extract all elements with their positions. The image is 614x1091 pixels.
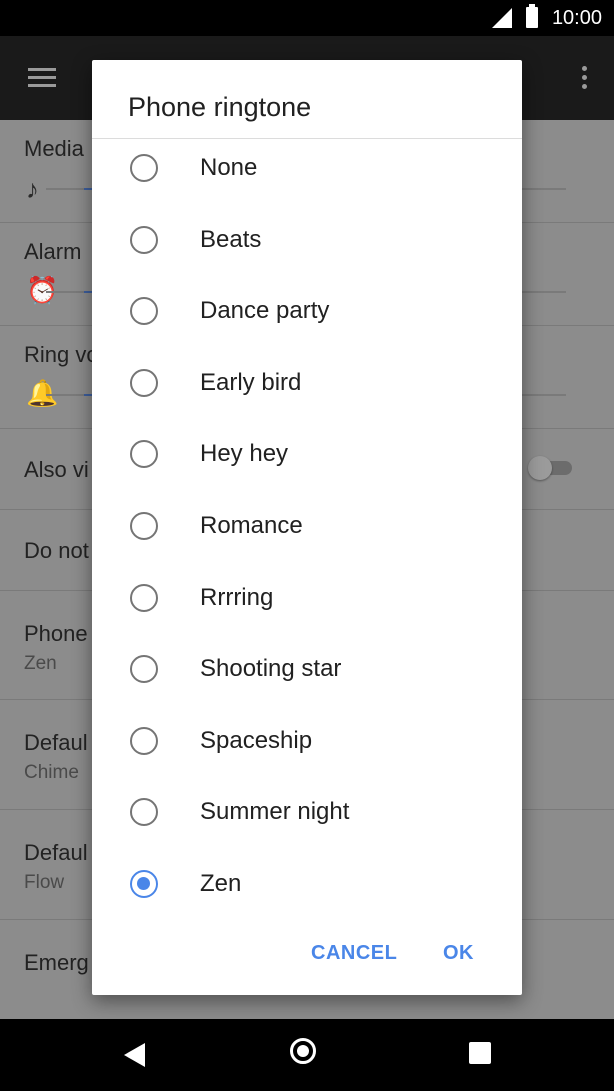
ringtone-option[interactable]: None	[92, 140, 522, 200]
ok-button[interactable]: OK	[443, 942, 474, 965]
status-bar: 10:00	[0, 0, 614, 36]
ringtone-option-label: Summer night	[200, 798, 350, 826]
setting-title: Defaul	[24, 840, 88, 865]
setting-title: Defaul	[24, 730, 88, 755]
setting-subtitle: Flow	[24, 872, 65, 893]
ringtone-option[interactable]: Spaceship	[92, 713, 522, 773]
ringtone-option-label: Rrrring	[200, 583, 274, 611]
ringtone-option[interactable]: Shooting star	[92, 641, 522, 701]
overflow-icon[interactable]	[582, 66, 588, 92]
ringtone-option-label: Romance	[200, 512, 303, 539]
dialog-title: Phone ringtone	[128, 92, 312, 122]
radio-unchecked-icon[interactable]	[130, 225, 158, 254]
ringtone-option[interactable]: Beats	[92, 212, 522, 272]
setting-title: Ring vo	[24, 342, 99, 367]
setting-title: Media	[24, 136, 84, 161]
setting-subtitle: Zen	[24, 653, 57, 674]
home-icon[interactable]	[290, 1038, 316, 1064]
radio-unchecked-icon[interactable]	[130, 512, 158, 540]
ringtone-option-label: Beats	[200, 225, 262, 253]
ringtone-option[interactable]: Romance	[92, 498, 522, 558]
ringtone-option[interactable]: Hey hey	[92, 426, 522, 486]
setting-title: Emerg	[24, 950, 89, 975]
ringtone-option-label: Hey hey	[200, 440, 289, 468]
back-icon[interactable]	[124, 1043, 145, 1067]
radio-unchecked-icon[interactable]	[130, 583, 158, 612]
setting-title: Alarm	[24, 239, 82, 264]
ringtone-option-label: Zen	[200, 870, 242, 897]
ringtone-option[interactable]: Zen	[92, 856, 522, 916]
ringtone-option[interactable]: Early bird	[92, 355, 522, 415]
hamburger-icon[interactable]	[28, 68, 56, 88]
radio-unchecked-icon[interactable]	[130, 798, 158, 827]
ringtone-option-label: Spaceship	[200, 726, 313, 754]
battery-icon	[526, 4, 538, 28]
setting-title: Phone	[24, 621, 88, 646]
setting-subtitle: Chime	[24, 762, 79, 783]
ringtone-option[interactable]: Dance party	[92, 283, 522, 343]
navigation-bar	[0, 1019, 614, 1091]
status-time: 10:00	[551, 7, 602, 29]
ringtone-options-list[interactable]: None Beats Dance party Early bird Hey hey Rom…	[92, 140, 522, 920]
ringtone-option[interactable]: Summer night	[92, 784, 522, 844]
ringtone-option-label: None	[200, 154, 258, 181]
dialog-divider	[92, 138, 522, 139]
cancel-button[interactable]: CANCEL	[311, 942, 397, 965]
ringtone-option-label: Shooting star	[200, 655, 342, 683]
ringtone-option[interactable]: Rrrring	[92, 570, 522, 630]
radio-unchecked-icon[interactable]	[130, 440, 158, 469]
radio-unchecked-icon[interactable]	[130, 726, 158, 755]
radio-unchecked-icon[interactable]	[130, 655, 158, 684]
ringtone-option-label: Dance party	[200, 297, 330, 325]
ringtone-dialog: Phone ringtone None Beats Dance party Early…	[92, 60, 522, 995]
ringtone-option-label: Early bird	[200, 368, 302, 396]
recents-icon[interactable]	[469, 1042, 491, 1064]
radio-unchecked-icon[interactable]	[130, 368, 158, 397]
setting-title: Also vi	[24, 457, 89, 482]
radio-checked-icon[interactable]	[130, 870, 158, 898]
music-note-icon: ♪	[26, 174, 39, 204]
setting-title: Do not	[24, 538, 89, 563]
radio-unchecked-icon[interactable]	[130, 297, 158, 326]
radio-unchecked-icon[interactable]	[130, 154, 158, 182]
signal-icon	[492, 8, 512, 28]
